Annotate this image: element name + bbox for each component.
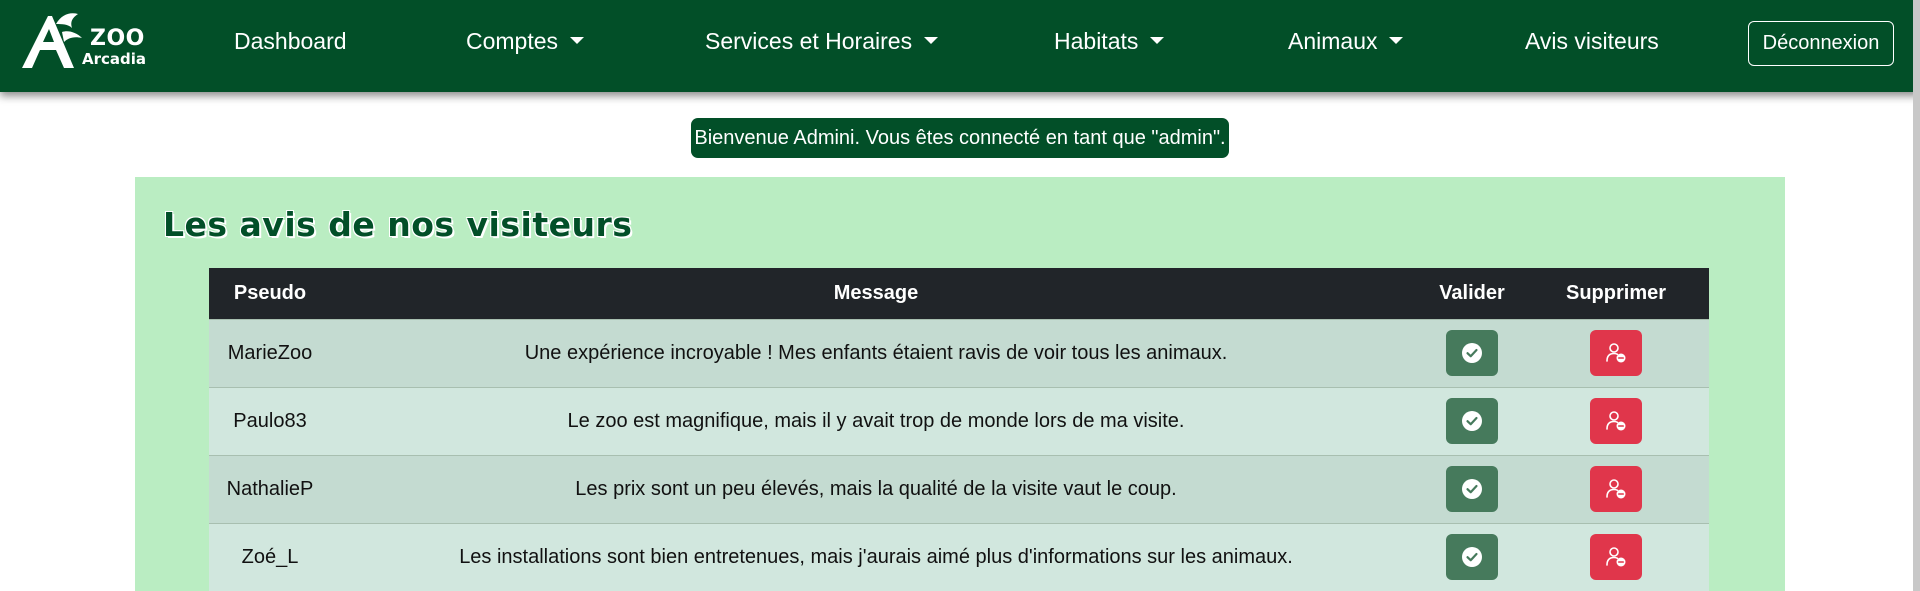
- nav-comptes-dropdown[interactable]: Comptes: [466, 28, 585, 55]
- person-remove-icon: [1606, 411, 1626, 431]
- row-message: Le zoo est magnifique, mais il y avait t…: [331, 386, 1421, 455]
- validate-cell: [1421, 386, 1523, 455]
- delete-cell: [1523, 386, 1709, 455]
- row-pseudo: Paulo83: [209, 386, 331, 455]
- row-message: Une expérience incroyable ! Mes enfants …: [331, 318, 1421, 387]
- table-header-row: Pseudo Message Valider Supprimer: [209, 268, 1709, 319]
- logout-button[interactable]: Déconnexion: [1748, 21, 1894, 66]
- validate-button[interactable]: [1446, 466, 1498, 512]
- validate-button[interactable]: [1446, 398, 1498, 444]
- table-row: NathalieP Les prix sont un peu élevés, m…: [209, 454, 1709, 523]
- nav-habitats-dropdown[interactable]: Habitats: [1054, 28, 1165, 55]
- nav-comptes-label: Comptes: [466, 28, 559, 54]
- row-pseudo: Zoé_L: [209, 522, 331, 591]
- person-remove-icon: [1606, 479, 1626, 499]
- header-message: Message: [833, 281, 919, 304]
- row-pseudo: NathalieP: [209, 454, 331, 523]
- nav-animaux-dropdown[interactable]: Animaux: [1288, 28, 1404, 55]
- logo-text-arcadia: Arcadia: [82, 50, 147, 68]
- header-validate: Valider: [1439, 281, 1505, 304]
- delete-button[interactable]: [1590, 534, 1642, 580]
- caret-down-icon: [1389, 37, 1404, 44]
- page-scrollbar[interactable]: [1913, 0, 1920, 591]
- check-circle-icon: [1462, 411, 1482, 431]
- header-delete: Supprimer: [1565, 281, 1667, 304]
- row-message: Les installations sont bien entretenues,…: [331, 522, 1421, 591]
- person-remove-icon: [1606, 547, 1626, 567]
- delete-button[interactable]: [1590, 466, 1642, 512]
- nav-avis-visiteurs[interactable]: Avis visiteurs: [1525, 28, 1659, 55]
- nav-habitats-label: Habitats: [1054, 28, 1139, 54]
- nav-services-dropdown[interactable]: Services et Horaires: [705, 28, 939, 55]
- validate-button[interactable]: [1446, 534, 1498, 580]
- caret-down-icon: [570, 37, 585, 44]
- delete-cell: [1523, 318, 1709, 387]
- table-row: Paulo83 Le zoo est magnifique, mais il y…: [209, 386, 1709, 455]
- zoo-arcadia-logo[interactable]: ZOO Arcadia: [18, 10, 146, 72]
- logo-emblem-icon: [22, 13, 82, 68]
- validate-cell: [1421, 318, 1523, 387]
- header-pseudo: Pseudo: [233, 281, 307, 304]
- check-circle-icon: [1462, 547, 1482, 567]
- delete-cell: [1523, 522, 1709, 591]
- top-navbar: ZOO Arcadia Dashboard Comptes Services e…: [0, 0, 1920, 92]
- nav-dashboard[interactable]: Dashboard: [234, 28, 347, 55]
- validate-button[interactable]: [1446, 330, 1498, 376]
- logo-text-zoo: ZOO: [90, 26, 145, 51]
- section-title: Les avis de nos visiteurs: [163, 205, 633, 244]
- delete-cell: [1523, 454, 1709, 523]
- reviews-table: Pseudo Message Valider Supprimer MarieZo…: [209, 268, 1709, 591]
- caret-down-icon: [924, 37, 939, 44]
- nav-animaux-label: Animaux: [1288, 28, 1378, 54]
- row-pseudo: MarieZoo: [209, 318, 331, 387]
- validate-cell: [1421, 522, 1523, 591]
- check-circle-icon: [1462, 479, 1482, 499]
- validate-cell: [1421, 454, 1523, 523]
- reviews-panel: Les avis de nos visiteurs Pseudo Message…: [135, 177, 1785, 591]
- row-message: Les prix sont un peu élevés, mais la qua…: [331, 454, 1421, 523]
- nav-dashboard-label: Dashboard: [234, 28, 347, 54]
- check-circle-icon: [1462, 343, 1482, 363]
- delete-button[interactable]: [1590, 398, 1642, 444]
- table-row: Zoé_L Les installations sont bien entret…: [209, 522, 1709, 591]
- welcome-alert: Bienvenue Admini. Vous êtes connecté en …: [691, 118, 1229, 158]
- delete-button[interactable]: [1590, 330, 1642, 376]
- person-remove-icon: [1606, 343, 1626, 363]
- nav-avis-visiteurs-label: Avis visiteurs: [1525, 28, 1659, 54]
- caret-down-icon: [1150, 37, 1165, 44]
- nav-services-label: Services et Horaires: [705, 28, 913, 54]
- table-row: MarieZoo Une expérience incroyable ! Mes…: [209, 318, 1709, 387]
